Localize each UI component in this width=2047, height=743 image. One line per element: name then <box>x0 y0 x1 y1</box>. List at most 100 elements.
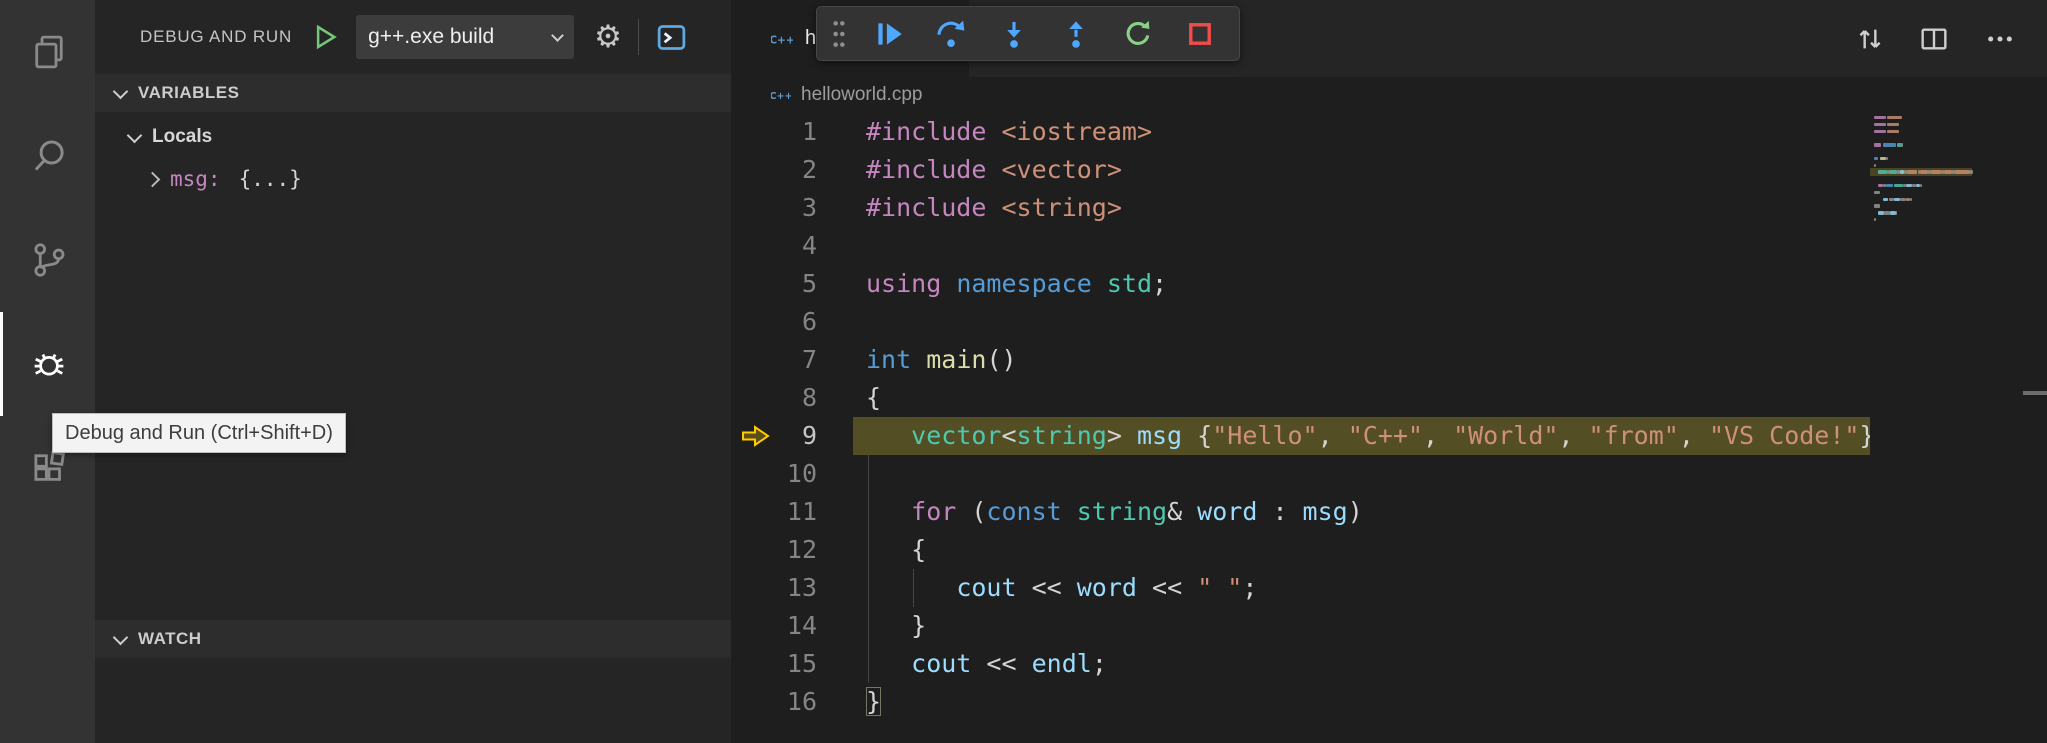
chevron-down-icon <box>127 127 143 143</box>
variables-section-label: VARIABLES <box>138 83 239 103</box>
code-line-8[interactable]: { <box>731 379 1870 417</box>
code-line-5[interactable]: using namespace std; <box>731 265 1870 303</box>
line-number-11[interactable]: 11 <box>731 493 817 531</box>
scope-locals-row[interactable]: Locals <box>95 116 731 158</box>
step-over-button[interactable] <box>928 10 974 58</box>
activity-bar-item-explorer[interactable] <box>0 0 95 104</box>
extensions-icon <box>28 447 70 489</box>
debug-toolbar <box>816 6 1240 61</box>
minimap[interactable] <box>1870 113 1972 743</box>
activity-bar-item-search[interactable] <box>0 104 95 208</box>
code-line-16[interactable]: } <box>731 683 1870 721</box>
scope-label: Locals <box>152 126 212 148</box>
code-line-3[interactable]: #include <string> <box>731 189 1870 227</box>
start-debugging-button[interactable] <box>310 22 340 52</box>
cpp-file-icon: C++ <box>771 85 791 105</box>
line-number-13[interactable]: 13 <box>731 569 817 607</box>
line-number-5[interactable]: 5 <box>731 265 817 303</box>
code-line-14[interactable]: } <box>731 607 1870 645</box>
chevron-down-icon <box>113 629 129 645</box>
line-number-6[interactable]: 6 <box>731 303 817 341</box>
minimap-line <box>1874 157 1968 161</box>
svg-text:C++: C++ <box>771 91 791 102</box>
files-icon <box>28 31 70 73</box>
console-panel-icon <box>655 21 688 54</box>
minimap-line <box>1874 218 1968 222</box>
sidebar-title: DEBUG AND RUN <box>140 27 292 47</box>
debug-sidebar: DEBUG AND RUN g++.exe build ⚙ VARIA <box>95 0 731 743</box>
line-number-15[interactable]: 15 <box>731 645 817 683</box>
minimap-line <box>1874 211 1968 215</box>
gear-icon[interactable]: ⚙ <box>594 22 622 53</box>
split-editor-icon <box>1918 23 1950 55</box>
split-editor-button[interactable] <box>1907 12 1961 66</box>
variable-row-msg[interactable]: msg: {...} <box>95 158 731 200</box>
code-line-7[interactable]: int main() <box>731 341 1870 379</box>
code-line-2[interactable]: #include <vector> <box>731 151 1870 189</box>
code-line-9[interactable]: vector<string> msg {"Hello", "C++", "Wor… <box>731 417 1870 455</box>
debug-sidebar-header: DEBUG AND RUN g++.exe build ⚙ <box>95 0 731 74</box>
minimap-line <box>1874 164 1968 168</box>
line-number-10[interactable]: 10 <box>731 455 817 493</box>
code-line-13[interactable]: cout << word << " "; <box>731 569 1870 607</box>
code-line-12[interactable]: { <box>731 531 1870 569</box>
chevron-down-icon <box>551 29 564 42</box>
step-into-icon <box>997 17 1031 51</box>
chevron-down-icon <box>113 83 129 99</box>
open-changes-button[interactable] <box>1843 12 1897 66</box>
breadcrumb-item-file[interactable]: helloworld.cpp <box>801 84 922 106</box>
minimap-line <box>1874 123 1968 127</box>
line-number-3[interactable]: 3 <box>731 189 817 227</box>
current-statement-pointer-icon <box>739 423 773 449</box>
stop-icon <box>1183 17 1217 51</box>
code-area: #include <iostream>#include <vector>#inc… <box>731 113 2047 743</box>
line-number-2[interactable]: 2 <box>731 151 817 189</box>
minimap-line <box>1874 177 1968 181</box>
variable-name: msg: <box>170 167 221 191</box>
line-number-16[interactable]: 16 <box>731 683 817 721</box>
code-line-1[interactable]: #include <iostream> <box>731 113 1870 151</box>
code-line-11[interactable]: for (const string& word : msg) <box>731 493 1870 531</box>
search-icon <box>28 135 70 177</box>
minimap-line <box>1874 204 1968 208</box>
code-line-4[interactable] <box>731 227 1870 265</box>
line-number-14[interactable]: 14 <box>731 607 817 645</box>
debug-run-tooltip: Debug and Run (Ctrl+Shift+D) <box>52 413 346 453</box>
step-out-button[interactable] <box>1053 10 1099 58</box>
debug-console-button[interactable] <box>655 21 688 54</box>
play-icon <box>310 22 340 52</box>
activity-bar-item-run-debug[interactable] <box>0 312 95 416</box>
line-number-8[interactable]: 8 <box>731 379 817 417</box>
cpp-file-icon: C++ <box>771 28 793 50</box>
variables-section-header[interactable]: VARIABLES <box>95 74 731 112</box>
line-number-1[interactable]: 1 <box>731 113 817 151</box>
toolbar-drag-handle[interactable] <box>831 17 850 51</box>
line-number-12[interactable]: 12 <box>731 531 817 569</box>
line-number-7[interactable]: 7 <box>731 341 817 379</box>
vscode-window: DEBUG AND RUN g++.exe build ⚙ VARIA <box>0 0 2047 743</box>
overview-ruler-mark <box>2023 391 2047 395</box>
breadcrumb: C++ helloworld.cpp <box>731 77 2047 113</box>
more-actions-button[interactable] <box>1973 12 2027 66</box>
activity-bar-item-source-control[interactable] <box>0 208 95 312</box>
code-line-6[interactable] <box>731 303 1870 341</box>
restart-button[interactable] <box>1115 10 1161 58</box>
minimap-line <box>1874 191 1968 195</box>
watch-section-label: WATCH <box>138 629 202 649</box>
line-number-4[interactable]: 4 <box>731 227 817 265</box>
minimap-line <box>1874 170 1968 174</box>
svg-text:C++: C++ <box>771 34 793 46</box>
code-line-15[interactable]: cout << endl; <box>731 645 1870 683</box>
minimap-line <box>1874 198 1968 202</box>
stop-button[interactable] <box>1177 10 1223 58</box>
code-line-10[interactable] <box>731 455 1870 493</box>
watch-section-header[interactable]: WATCH <box>95 620 731 658</box>
code-lines: #include <iostream>#include <vector>#inc… <box>731 113 1870 721</box>
launch-config-dropdown[interactable]: g++.exe build <box>356 15 574 59</box>
git-branch-icon <box>28 239 70 281</box>
continue-button[interactable] <box>866 10 912 58</box>
grip-dots-icon <box>831 18 847 50</box>
step-into-button[interactable] <box>990 10 1036 58</box>
minimap-line <box>1874 143 1968 147</box>
ellipsis-icon <box>1984 23 2016 55</box>
